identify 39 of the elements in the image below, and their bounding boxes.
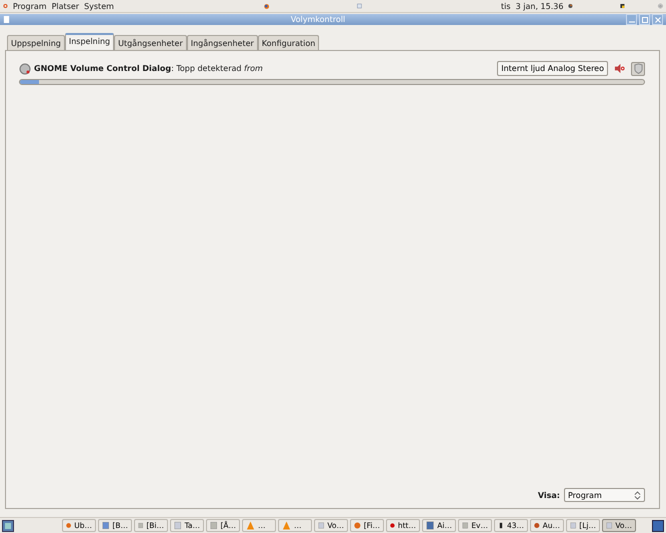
close-button[interactable] [652, 14, 663, 25]
cone-icon [282, 521, 291, 530]
stream-label: GNOME Volume Control Dialog: Topp detekterad from [34, 64, 264, 73]
maximize-icon [640, 16, 648, 24]
menu-item[interactable]: System [84, 2, 114, 10]
clock[interactable]: tis 3 jan, 15.36 [501, 2, 564, 10]
speaker-icon [19, 62, 31, 74]
maximize-button[interactable] [639, 14, 650, 25]
file-icon [138, 521, 144, 530]
show-label: Visa: [538, 490, 560, 500]
shield-icon [634, 63, 642, 74]
document-icon [318, 521, 324, 530]
tab[interactable]: Ingångsenheter [186, 35, 258, 50]
document-icon [570, 521, 576, 530]
window-icon [426, 521, 434, 530]
workspace-icon[interactable] [652, 520, 664, 532]
window-title: Volymkontroll [290, 15, 346, 24]
mute-icon[interactable] [614, 63, 625, 74]
document-icon [174, 521, 182, 530]
spinner-icon [634, 490, 641, 500]
document-icon [606, 521, 612, 530]
circle-icon [390, 521, 395, 530]
cone-icon [246, 521, 255, 530]
lock-button[interactable] [631, 62, 645, 76]
menu-item[interactable]: Program [12, 2, 47, 10]
tab[interactable]: Utgångsenheter [114, 35, 187, 50]
file-icon [210, 521, 218, 530]
device-button[interactable]: Internt ljud Analog Stereo [497, 61, 608, 76]
desktop-icon[interactable] [2, 520, 14, 532]
tab[interactable]: Konfiguration [258, 35, 320, 50]
window-menu-icon[interactable] [3, 15, 10, 24]
tab[interactable]: Uppspelning [7, 35, 65, 50]
close-icon [654, 16, 662, 24]
image-icon [102, 521, 110, 530]
phone-icon [498, 521, 504, 530]
show-dropdown[interactable]: Program [564, 488, 645, 502]
tab[interactable]: Inspelning [64, 33, 114, 50]
menu-item[interactable]: Platser [52, 2, 80, 10]
file-icon [462, 521, 468, 530]
